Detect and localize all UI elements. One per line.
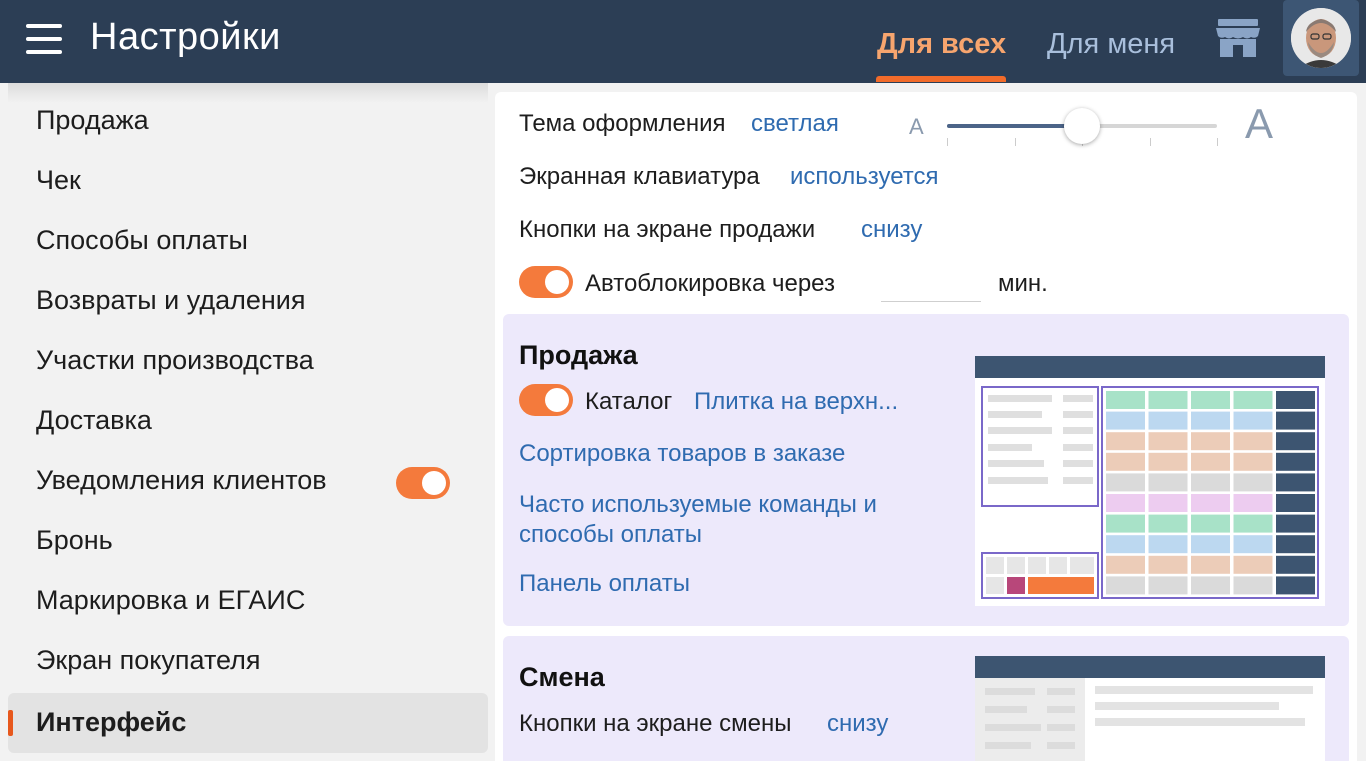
sale-buttons-label: Кнопки на экране продажи bbox=[519, 216, 816, 243]
sidebar-item-customer-screen[interactable]: Экран покупателя bbox=[8, 623, 488, 683]
sidebar-item-label: Бронь bbox=[36, 525, 113, 555]
font-size-small-icon: A bbox=[909, 114, 924, 139]
autolock-unit: мин. bbox=[998, 270, 1048, 297]
keyboard-label: Экранная клавиатура bbox=[519, 163, 760, 190]
tab-for-all[interactable]: Для всех bbox=[877, 28, 1006, 61]
client-notifications-toggle[interactable] bbox=[396, 467, 450, 499]
sidebar-item-delivery[interactable]: Доставка bbox=[8, 383, 488, 443]
sidebar-item-client-notifications[interactable]: Уведомления клиентов bbox=[8, 443, 488, 503]
shift-buttons-label: Кнопки на экране смены bbox=[519, 710, 792, 737]
slider-tick bbox=[1014, 138, 1016, 146]
page-title: Настройки bbox=[90, 16, 281, 58]
settings-sidebar: Продажа Чек Способы оплаты Возвраты и уд… bbox=[8, 83, 488, 761]
frequent-commands-link[interactable]: Часто используемые команды и bbox=[519, 491, 877, 519]
catalog-label: Каталог bbox=[585, 388, 673, 415]
sidebar-item-label: Продажа bbox=[36, 105, 149, 135]
sidebar-item-label: Экран покупателя bbox=[36, 645, 261, 675]
shift-buttons-value-link[interactable]: снизу bbox=[827, 710, 888, 738]
app-header: Настройки Для всех Для меня bbox=[0, 0, 1366, 83]
font-size-large-icon: A bbox=[1245, 100, 1274, 147]
shift-screen-preview bbox=[975, 656, 1325, 761]
sidebar-item-label: Способы оплаты bbox=[36, 225, 248, 255]
autolock-minutes-input[interactable] bbox=[881, 264, 981, 302]
settings-content: Тема оформления светлая A A Экранная кла… bbox=[495, 92, 1357, 761]
sidebar-item-production-areas[interactable]: Участки производства bbox=[8, 323, 488, 383]
sidebar-item-label: Чек bbox=[36, 165, 81, 195]
catalog-value-link[interactable]: Плитка на верхн... bbox=[694, 388, 898, 416]
slider-thumb[interactable] bbox=[1064, 108, 1100, 144]
sidebar-item-interface[interactable]: Интерфейс bbox=[8, 693, 488, 753]
sidebar-item-sale[interactable]: Продажа bbox=[8, 83, 488, 143]
sale-card-title: Продажа bbox=[519, 340, 638, 370]
slider-tick bbox=[1149, 138, 1151, 146]
sidebar-item-label: Уведомления клиентов bbox=[36, 465, 327, 495]
slider-fill bbox=[947, 124, 1082, 128]
sale-screen-preview bbox=[975, 356, 1325, 606]
sidebar-item-label: Доставка bbox=[36, 405, 152, 435]
sidebar-item-payment-methods[interactable]: Способы оплаты bbox=[8, 203, 488, 263]
sidebar-item-label: Возвраты и удаления bbox=[36, 285, 306, 315]
sidebar-item-receipt[interactable]: Чек bbox=[8, 143, 488, 203]
theme-value-link[interactable]: светлая bbox=[751, 110, 839, 138]
sort-products-link[interactable]: Сортировка товаров в заказе bbox=[519, 440, 845, 468]
catalog-toggle[interactable] bbox=[519, 384, 573, 416]
active-item-marker bbox=[8, 710, 13, 736]
payment-panel-link[interactable]: Панель оплаты bbox=[519, 570, 690, 598]
sidebar-item-label: Интерфейс bbox=[36, 707, 187, 737]
sidebar-item-label: Маркировка и ЕГАИС bbox=[36, 585, 306, 615]
sidebar-item-label: Участки производства bbox=[36, 345, 314, 375]
shift-card-title: Смена bbox=[519, 662, 605, 692]
sale-settings-card: Продажа Каталог Плитка на верхн... Сорти… bbox=[503, 314, 1349, 626]
sidebar-item-booking[interactable]: Бронь bbox=[8, 503, 488, 563]
sale-buttons-value-link[interactable]: снизу bbox=[861, 216, 922, 244]
shift-settings-card: Смена Кнопки на экране смены снизу bbox=[503, 636, 1349, 761]
menu-icon[interactable] bbox=[26, 24, 62, 54]
avatar bbox=[1291, 8, 1351, 68]
font-size-slider[interactable] bbox=[947, 108, 1218, 146]
frequent-commands-link-line2[interactable]: способы оплаты bbox=[519, 521, 702, 549]
store-icon[interactable] bbox=[1215, 18, 1261, 58]
sidebar-item-marking-egais[interactable]: Маркировка и ЕГАИС bbox=[8, 563, 488, 623]
slider-tick bbox=[947, 138, 948, 146]
keyboard-value-link[interactable]: используется bbox=[790, 163, 938, 191]
slider-tick bbox=[1217, 138, 1218, 146]
autolock-label: Автоблокировка через bbox=[585, 270, 836, 297]
tab-for-me[interactable]: Для меня bbox=[1047, 28, 1175, 61]
active-tab-indicator bbox=[876, 76, 1006, 82]
user-avatar-button[interactable] bbox=[1283, 0, 1359, 76]
sidebar-item-returns[interactable]: Возвраты и удаления bbox=[8, 263, 488, 323]
autolock-toggle[interactable] bbox=[519, 266, 573, 298]
theme-label: Тема оформления bbox=[519, 110, 726, 137]
